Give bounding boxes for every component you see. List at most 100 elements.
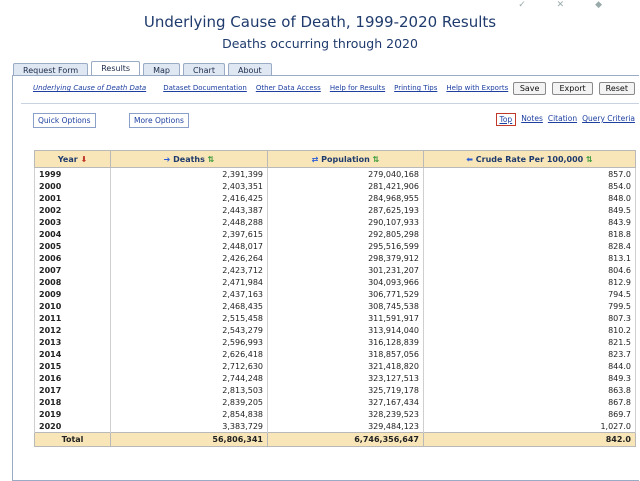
total-row: Total 56,806,341 6,746,356,647 842.0 [34, 432, 636, 447]
row-rate: 843.9 [423, 216, 636, 228]
move-left-icon[interactable]: ⬅ [466, 155, 473, 164]
table-row: 2015 2,712,630 321,418,820 844.0 [34, 360, 636, 372]
link-query-criteria[interactable]: Query Criteria [582, 113, 635, 126]
table-row: 2020 3,383,729 329,484,123 1,027.0 [34, 420, 636, 433]
export-button[interactable]: Export [552, 82, 593, 95]
link-ucd-data[interactable]: Underlying Cause of Death Data [33, 84, 146, 92]
row-deaths: 2,744,248 [110, 372, 268, 384]
table-row: 2016 2,744,248 323,127,513 849.3 [34, 372, 636, 384]
table-row: 2012 2,543,279 313,914,040 810.2 [34, 324, 636, 336]
row-rate: 1,027.0 [423, 420, 636, 433]
row-deaths: 2,515,458 [110, 312, 268, 324]
row-population: 287,625,193 [267, 204, 424, 216]
row-year: 2013 [34, 336, 111, 348]
link-citation[interactable]: Citation [548, 113, 577, 126]
row-deaths: 2,391,399 [110, 167, 268, 180]
row-year: 2000 [34, 180, 111, 192]
link-help-results[interactable]: Help for Results [330, 84, 385, 92]
row-year: 2010 [34, 300, 111, 312]
row-year: 2009 [34, 288, 111, 300]
row-year: 2001 [34, 192, 111, 204]
table-row: 2013 2,596,993 316,128,839 821.5 [34, 336, 636, 348]
row-rate: 848.0 [423, 192, 636, 204]
row-rate: 804.6 [423, 264, 636, 276]
row-deaths: 2,448,017 [110, 240, 268, 252]
row-deaths: 2,426,264 [110, 252, 268, 264]
sort-desc-icon[interactable]: ⬇ [80, 155, 87, 164]
page-title: Underlying Cause of Death, 1999-2020 Res… [143, 13, 497, 31]
link-printing-tips[interactable]: Printing Tips [394, 84, 437, 92]
row-year: 2016 [34, 372, 111, 384]
row-rate: 794.5 [423, 288, 636, 300]
row-deaths: 2,596,993 [110, 336, 268, 348]
row-population: 290,107,933 [267, 216, 424, 228]
total-population: 6,746,356,647 [267, 432, 424, 447]
link-top[interactable]: Top [495, 113, 517, 126]
row-deaths: 2,416,425 [110, 192, 268, 204]
table-row: 2019 2,854,838 328,239,523 869.7 [34, 408, 636, 420]
header-population-label: Population [321, 154, 370, 164]
sort-icon[interactable]: ⇅ [373, 155, 380, 164]
row-rate: 799.5 [423, 300, 636, 312]
total-rate: 842.0 [423, 432, 636, 447]
table-row: 2011 2,515,458 311,591,917 807.3 [34, 312, 636, 324]
row-year: 2006 [34, 252, 111, 264]
row-year: 2008 [34, 276, 111, 288]
row-year: 2020 [34, 420, 111, 433]
row-year: 2007 [34, 264, 111, 276]
link-other-access[interactable]: Other Data Access [256, 84, 321, 92]
table-row: 2008 2,471,984 304,093,966 812.9 [34, 276, 636, 288]
row-population: 308,745,538 [267, 300, 424, 312]
row-population: 292,805,298 [267, 228, 424, 240]
table-row: 2002 2,443,387 287,625,193 849.5 [34, 204, 636, 216]
more-options-button[interactable]: More Options [129, 113, 189, 128]
total-deaths: 56,806,341 [110, 432, 268, 447]
table-body: 1999 2,391,399 279,040,168 857.0 2000 2,403,3… [34, 167, 636, 433]
row-deaths: 2,712,630 [110, 360, 268, 372]
save-button[interactable]: Save [512, 82, 547, 95]
sort-icon[interactable]: ⇅ [586, 155, 593, 164]
table-row: 2003 2,448,288 290,107,933 843.9 [34, 216, 636, 228]
move-right-icon[interactable]: ➔ [164, 155, 171, 164]
row-rate: 869.7 [423, 408, 636, 420]
header-population[interactable]: ⇄ Population ⇅ [267, 150, 424, 168]
row-rate: 813.1 [423, 252, 636, 264]
link-dataset-docs[interactable]: Dataset Documentation [163, 84, 247, 92]
row-year: 2002 [34, 204, 111, 216]
row-rate: 812.9 [423, 276, 636, 288]
table-row: 2005 2,448,017 295,516,599 828.4 [34, 240, 636, 252]
row-year: 2004 [34, 228, 111, 240]
corner-icons[interactable]: ✓ ✕ ◆ [518, 0, 616, 10]
quick-options-button[interactable]: Quick Options [33, 113, 96, 128]
header-year[interactable]: Year ⬇ [34, 150, 111, 168]
link-notes[interactable]: Notes [521, 113, 543, 126]
reset-button[interactable]: Reset [598, 82, 635, 95]
table-row: 2017 2,813,503 325,719,178 863.8 [34, 384, 636, 396]
row-deaths: 2,839,205 [110, 396, 268, 408]
total-label: Total [34, 432, 111, 447]
link-help-exports[interactable]: Help with Exports [446, 84, 508, 92]
row-deaths: 2,443,387 [110, 204, 268, 216]
row-population: 304,093,966 [267, 276, 424, 288]
row-rate: 857.0 [423, 167, 636, 180]
swap-icon[interactable]: ⇄ [312, 155, 319, 164]
sort-icon[interactable]: ⇅ [208, 155, 215, 164]
row-rate: 818.8 [423, 228, 636, 240]
header-year-label: Year [57, 154, 78, 164]
row-deaths: 2,403,351 [110, 180, 268, 192]
table-row: 2018 2,839,205 327,167,434 867.8 [34, 396, 636, 408]
row-population: 318,857,056 [267, 348, 424, 360]
row-population: 295,516,599 [267, 240, 424, 252]
row-rate: 849.3 [423, 372, 636, 384]
row-deaths: 2,448,288 [110, 216, 268, 228]
action-buttons: Save Export Reset [507, 82, 635, 95]
header-deaths[interactable]: ➔ Deaths ⇅ [110, 150, 268, 168]
row-population: 284,968,955 [267, 192, 424, 204]
row-year: 1999 [34, 167, 111, 180]
row-rate: 821.5 [423, 336, 636, 348]
row-population: 327,167,434 [267, 396, 424, 408]
header-rate[interactable]: ⬅ Crude Rate Per 100,000 ⇅ [423, 150, 636, 168]
table-row: 2006 2,426,264 298,379,912 813.1 [34, 252, 636, 264]
row-deaths: 2,543,279 [110, 324, 268, 336]
row-rate: 867.8 [423, 396, 636, 408]
